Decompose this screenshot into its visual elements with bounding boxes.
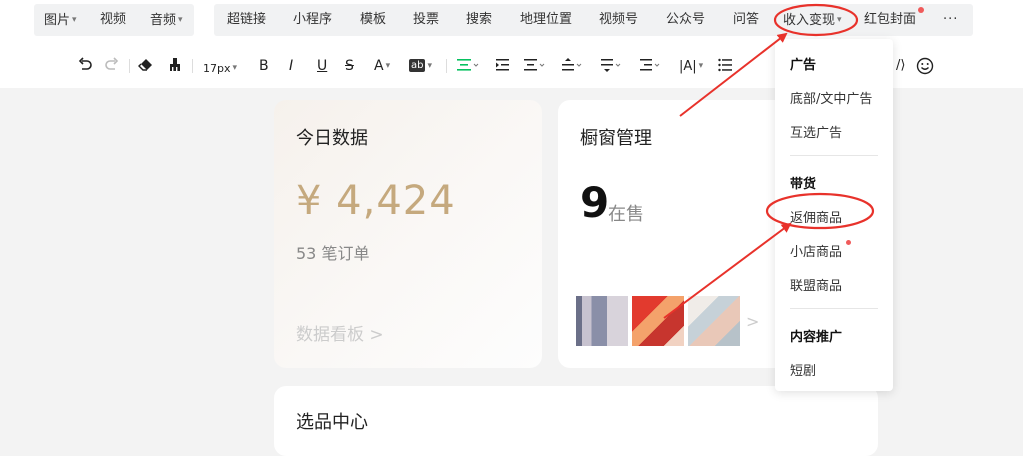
align-center-icon[interactable] [457,57,479,73]
menu-item-commission-product[interactable]: 返佣商品 [790,207,842,226]
divider [129,59,130,73]
monetization-menu[interactable]: 收入变现 ▾ [783,11,842,30]
undo-icon[interactable] [78,57,92,73]
list-icon[interactable] [718,57,732,73]
selection-center-card: 选品中心 [274,386,878,456]
spacing-before-icon[interactable] [562,57,584,73]
product-thumbnail[interactable] [576,296,628,346]
chevron-down-icon: ▾ [232,63,238,73]
template-button[interactable]: 模板 [360,11,386,29]
product-thumbnail[interactable] [688,296,740,346]
monetization-dropdown: 广告 底部/文中广告 互选广告 带货 返佣商品 小店商品 联盟商品 内容推广 短… [775,39,893,391]
notification-dot [918,7,924,13]
hyperlink-button[interactable]: 超链接 [227,11,266,29]
underline-button[interactable]: U [317,57,327,75]
eraser-icon[interactable] [138,57,154,73]
channels-button[interactable]: 视频号 [599,11,638,29]
menu-item-banner-ad[interactable]: 底部/文中广告 [790,88,872,107]
notification-dot [846,240,851,245]
data-dashboard-link[interactable]: 数据看板 > [296,320,384,345]
strikethrough-button[interactable]: S [345,57,354,75]
card-title: 今日数据 [296,128,368,149]
redo-icon[interactable] [105,57,119,73]
audio-menu[interactable]: 音频 ▾ [150,11,183,30]
more-arrow-icon[interactable]: > [746,312,759,331]
indent-icon[interactable] [496,57,510,73]
search-button[interactable]: 搜索 [466,11,492,29]
chevron-down-icon: ▾ [178,15,183,25]
card-title: 橱窗管理 [580,128,652,149]
bg-color-button[interactable]: ab ▾ [409,57,432,75]
location-button[interactable]: 地理位置 [520,11,572,29]
spacing-after-icon[interactable] [601,57,623,73]
chevron-down-icon: ▾ [427,61,433,71]
official-account-button[interactable]: 公众号 [666,11,705,29]
vote-button[interactable]: 投票 [413,11,439,29]
divider [446,59,447,73]
code-icon[interactable]: /⟩ [896,57,905,75]
divider [192,59,193,73]
today-data-card: 今日数据 ¥ 4,424 53 笔订单 数据看板 > [274,100,542,368]
line-height-icon[interactable] [640,57,662,73]
menu-item-alliance-product[interactable]: 联盟商品 [790,275,842,294]
chevron-down-icon: ▾ [385,61,391,71]
letter-spacing-icon[interactable]: |A| ▾ [679,57,703,76]
chevron-down-icon: ▾ [698,61,704,71]
section-header-commerce: 带货 [790,177,817,192]
align-justify-icon[interactable] [524,57,546,73]
video-menu[interactable]: 视频 [100,11,126,29]
format-painter-icon[interactable] [168,57,182,73]
on-sale-unit: 在售 [608,204,644,225]
emoji-icon[interactable] [916,57,934,75]
section-header-content-promo: 内容推广 [790,330,843,345]
chevron-down-icon: ▾ [837,15,842,25]
insert-bar: 图片 ▾ 视频 音频 ▾ 超链接 小程序 模板 投票 搜索 地理位置 视频号 公众号… [0,0,1023,44]
chevron-down-icon: ▾ [72,15,77,25]
income-amount: ¥ 4,424 [296,178,456,224]
divider [790,308,878,309]
section-header-ads: 广告 [790,58,817,73]
qa-button[interactable]: 问答 [733,11,759,29]
menu-item-short-drama[interactable]: 短剧 [790,360,816,379]
more-button[interactable]: ··· [943,11,958,29]
product-thumbnail[interactable] [632,296,684,346]
order-count: 53 笔订单 [296,244,370,263]
bold-button[interactable]: B [259,57,269,75]
divider [790,155,878,156]
italic-button[interactable]: I [289,57,293,75]
mini-program-button[interactable]: 小程序 [293,11,332,29]
menu-item-mutual-ad[interactable]: 互选广告 [790,122,842,141]
font-color-button[interactable]: A ▾ [374,57,390,75]
image-menu[interactable]: 图片 ▾ [44,11,77,30]
font-size-select[interactable]: 17px ▾ [203,59,237,78]
menu-item-shop-product[interactable]: 小店商品 [790,241,842,260]
on-sale-count: 9 [580,178,610,227]
card-title: 选品中心 [296,412,368,433]
red-packet-cover-button[interactable]: 红包封面 [864,11,916,29]
